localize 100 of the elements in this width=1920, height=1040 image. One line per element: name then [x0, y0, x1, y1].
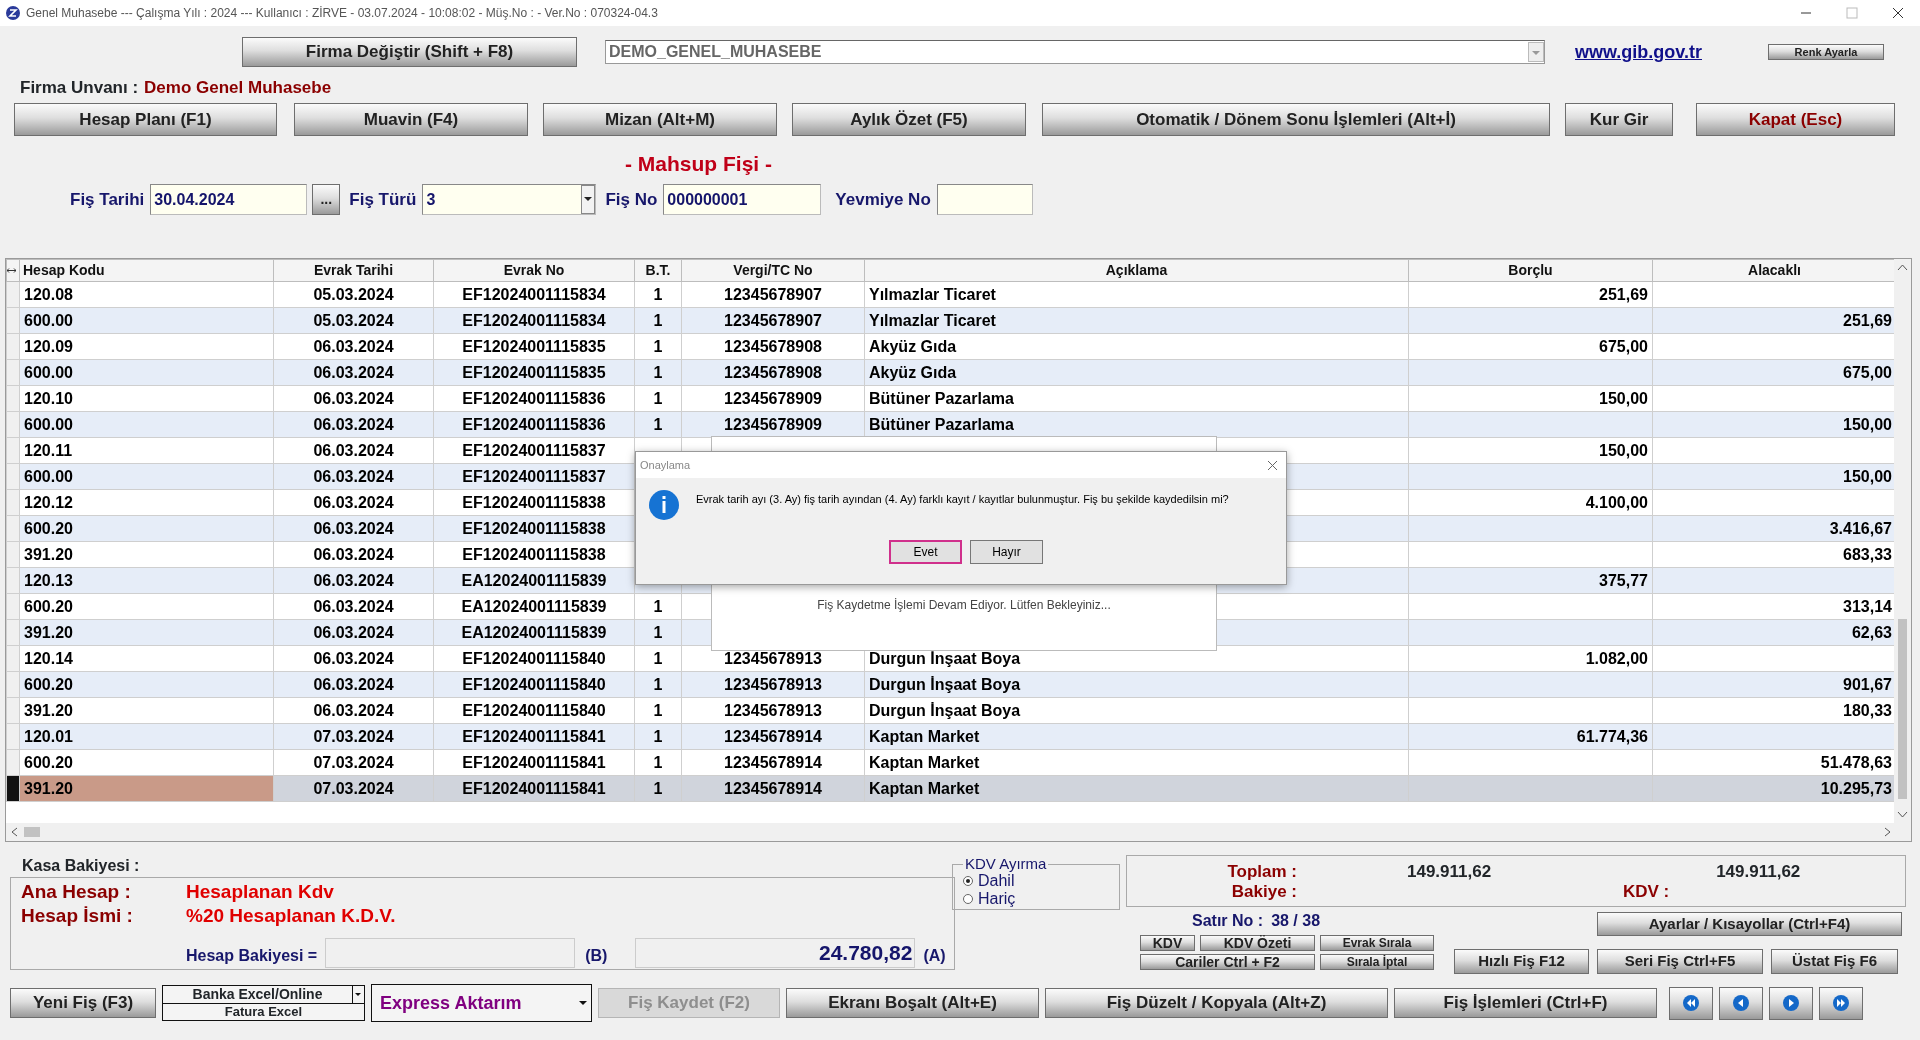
action-button[interactable]: Fiş Düzelt / Kopyala (Alt+Z) — [1045, 988, 1388, 1018]
small-button[interactable]: Sırala İptal — [1320, 954, 1434, 970]
toolbar-button[interactable]: Kur Gir — [1565, 103, 1673, 136]
table-cell: 06.03.2024 — [313, 493, 394, 511]
table-cell: 600.00 — [24, 467, 73, 485]
table-cell: 07.03.2024 — [313, 779, 394, 797]
toolbar-button[interactable]: Hesap Planı (F1) — [14, 103, 277, 136]
table-cell: Yılmazlar Ticaret — [869, 285, 996, 303]
table-cell: 600.00 — [24, 415, 73, 433]
column-header[interactable]: Vergi/TC No — [681, 259, 865, 282]
dropdown-arrow-icon — [579, 1000, 587, 1006]
toolbar-button[interactable]: Otomatik / Dönem Sonu İşlemleri (Alt+İ) — [1042, 103, 1550, 136]
table-cell: Durgun İnşaat Boya — [869, 701, 1021, 719]
input-field[interactable] — [936, 184, 1033, 215]
next-record-button[interactable] — [1769, 986, 1813, 1020]
total-label: Toplam : — [1226, 861, 1297, 884]
close-icon[interactable] — [1892, 7, 1904, 19]
column-header[interactable]: Alacaklı — [1652, 259, 1897, 282]
voucher-button[interactable]: Üstat Fiş F6 — [1771, 949, 1898, 974]
table-cell: 05.03.2024 — [313, 311, 394, 329]
action-button[interactable]: Ekranı Boşalt (Alt+E) — [786, 988, 1039, 1018]
small-button[interactable]: Evrak Sırala — [1320, 935, 1434, 951]
date-picker-button[interactable]: ... — [312, 184, 341, 215]
radio-label[interactable]: Hariç — [978, 887, 1016, 911]
table-cell: 600.00 — [24, 311, 73, 329]
table-row[interactable]: 600.20 07.03.2024 EF12024001115841 1 12345678914 Kaptan Market 51.478,63 — [6, 749, 1897, 776]
table-row[interactable]: 120.08 05.03.2024 EF12024001115834 1 12345678907 Yılmazlar Ticaret 251,69 — [6, 281, 1897, 308]
website-link[interactable]: www.gib.gov.tr — [1575, 38, 1702, 66]
radio-button[interactable] — [963, 894, 973, 904]
table-cell: EF12024001115836 — [462, 415, 606, 433]
column-header[interactable]: Borçlu — [1408, 259, 1653, 282]
action-button[interactable]: Yeni Fiş (F3) — [10, 988, 156, 1018]
table-cell: 06.03.2024 — [313, 571, 394, 589]
change-company-button[interactable]: Firma Değiştir (Shift + F8) — [242, 37, 577, 67]
table-cell: 1 — [653, 415, 663, 433]
invoice-import-button[interactable]: Fatura Excel — [163, 1004, 364, 1020]
balance-label: Hesap Bakiyesi = — [186, 946, 318, 966]
settings-button[interactable]: Ayarlar / Kısayollar (Ctrl+F4) — [1597, 912, 1902, 936]
column-header[interactable]: Hesap Kodu — [19, 259, 274, 282]
action-button[interactable]: Fiş İşlemleri (Ctrl+F) — [1394, 988, 1657, 1018]
table-cell: 06.03.2024 — [313, 545, 394, 563]
company-select[interactable]: DEMO_GENEL_MUHASEBE — [605, 40, 1545, 64]
date-field[interactable]: 30.04.2024 — [150, 184, 308, 215]
transfer-select[interactable]: Express Aktarım — [371, 984, 592, 1022]
dialog-button[interactable]: Evet — [889, 540, 962, 564]
table-cell: 675,00 — [1599, 337, 1648, 355]
column-header[interactable]: Açıklama — [864, 259, 1409, 282]
color-settings-button[interactable]: Renk Ayarla — [1768, 44, 1884, 60]
table-cell: 51.478,63 — [1820, 753, 1892, 771]
table-row[interactable]: 600.00 06.03.2024 EF12024001115836 1 12345678909 Bütüner Pazarlama 150,00 — [6, 411, 1897, 438]
table-row[interactable]: 600.20 06.03.2024 EF12024001115840 1 12345678913 Durgun İnşaat Boya 901,67 — [6, 671, 1897, 698]
last-record-button[interactable] — [1819, 986, 1863, 1020]
table-cell: 391.20 — [24, 545, 73, 563]
import-button-group[interactable]: Banka Excel/Online Fatura Excel — [162, 985, 365, 1021]
table-row[interactable]: 120.01 07.03.2024 EF12024001115841 1 12345678914 Kaptan Market 61.774,36 — [6, 723, 1897, 750]
table-cell: EF12024001115840 — [462, 649, 606, 667]
table-cell: 150,00 — [1599, 441, 1648, 459]
table-cell: 3.416,67 — [1829, 519, 1892, 537]
close-icon[interactable] — [1267, 459, 1278, 471]
table-cell: 901,67 — [1843, 675, 1892, 693]
column-header[interactable]: Evrak No — [433, 259, 635, 282]
import-select[interactable]: Banka Excel/Online — [163, 986, 364, 1004]
voucher-button[interactable]: Seri Fiş Ctrl+F5 — [1597, 949, 1763, 974]
first-record-button[interactable] — [1669, 986, 1713, 1020]
table-cell: EF12024001115838 — [462, 493, 606, 511]
toolbar-button[interactable]: Muavin (F4) — [294, 103, 528, 136]
previous-record-button[interactable] — [1719, 986, 1763, 1020]
radio-button[interactable] — [963, 876, 973, 886]
small-button[interactable]: KDV Özeti — [1200, 935, 1315, 951]
table-row[interactable]: 600.00 05.03.2024 EF12024001115834 1 12345678907 Yılmazlar Ticaret 251,69 — [6, 307, 1897, 334]
small-button[interactable]: KDV — [1140, 935, 1195, 951]
column-header[interactable]: Evrak Tarihi — [273, 259, 434, 282]
table-row[interactable]: 120.09 06.03.2024 EF12024001115835 1 12345678908 Akyüz Gıda 675,00 — [6, 333, 1897, 360]
info-icon — [649, 490, 679, 520]
table-cell: 06.03.2024 — [313, 701, 394, 719]
toolbar-button[interactable]: Kapat (Esc) — [1696, 103, 1895, 136]
voucher-button[interactable]: Hızlı Fiş F12 — [1454, 949, 1589, 974]
account-name: %20 Hesaplanan K.D.V. — [186, 903, 396, 928]
toolbar-button[interactable]: Aylık Özet (F5) — [792, 103, 1026, 136]
table-row[interactable]: 600.00 06.03.2024 EF12024001115835 1 12345678908 Akyüz Gıda 675,00 — [6, 359, 1897, 386]
table-cell: 1 — [653, 311, 663, 329]
toolbar-button[interactable]: Mizan (Alt+M) — [543, 103, 777, 136]
table-cell: 600.20 — [24, 597, 73, 615]
input-field[interactable]: 000000001 — [663, 184, 822, 215]
type-select[interactable]: 3 — [422, 184, 597, 215]
table-cell: 12345678909 — [724, 389, 822, 407]
dialog-button[interactable]: Hayır — [970, 540, 1043, 564]
progress-message: Fiş Kaydetme İşlemi Devam Ediyor. Lütfen Bekleyiniz... — [817, 597, 1111, 614]
table-cell: EF12024001115834 — [462, 285, 606, 303]
table-row[interactable]: 120.10 06.03.2024 EF12024001115836 1 12345678909 Bütüner Pazarlama 150,00 — [6, 385, 1897, 412]
small-button[interactable]: Cariler Ctrl + F2 — [1140, 954, 1315, 970]
table-cell: 12345678913 — [724, 649, 822, 667]
table-cell: 600.20 — [24, 675, 73, 693]
table-row[interactable]: 391.20 06.03.2024 EF12024001115840 1 12345678913 Durgun İnşaat Boya 180,33 — [6, 697, 1897, 724]
table-cell: 120.11 — [24, 441, 73, 459]
dialog-message: Evrak tarih ayı (3. Ay) fiş tarih ayından (4. Ay) farklı kayıt / kayıtlar bulunmuştur. Fiş bu şekilde kaydedilsin mi? — [696, 491, 1229, 507]
balance-field: 24.780,82 — [635, 938, 916, 968]
table-cell: 1 — [653, 597, 663, 615]
column-header[interactable]: B.T. — [634, 259, 682, 282]
table-row[interactable]: 391.20 07.03.2024 EF12024001115841 1 12345678914 Kaptan Market 10.295,73 — [6, 775, 1897, 802]
